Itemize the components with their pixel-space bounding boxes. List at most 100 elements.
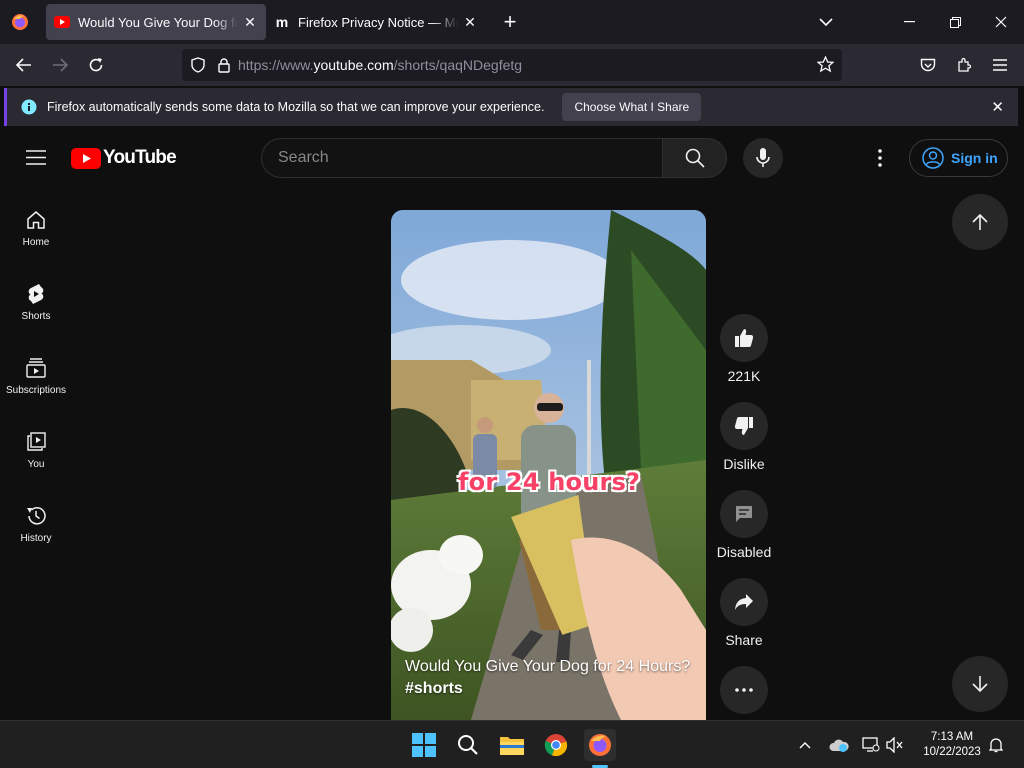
choose-what-i-share-button[interactable]: Choose What I Share [562, 93, 702, 121]
pocket-icon[interactable] [910, 49, 946, 81]
taskbar-search-button[interactable] [452, 729, 484, 761]
sidebar-item-label: Shorts [21, 311, 51, 322]
shorts-icon [0, 282, 72, 306]
windows-logo-icon [412, 733, 436, 757]
extensions-icon[interactable] [946, 49, 982, 81]
chevron-up-icon [799, 742, 811, 749]
url-text: https://www.youtube.com/shorts/qaqNDegfe… [238, 57, 523, 73]
sidebar-item-subscriptions[interactable]: Subscriptions [0, 356, 72, 396]
dislike-button[interactable]: Dislike [716, 402, 772, 472]
show-hidden-icons-button[interactable] [790, 729, 820, 761]
comment-icon [720, 490, 768, 538]
list-all-tabs-icon[interactable] [810, 0, 842, 44]
bell-icon [989, 738, 1003, 753]
youtube-logo-icon [71, 147, 101, 169]
firefox-menu-icon[interactable] [0, 0, 40, 44]
sidebar-item-label: Home [22, 237, 50, 248]
browser-tab-strip: Would You Give Your Dog for 24 Hours? #s… [0, 0, 1024, 44]
comments-button[interactable]: Disabled [716, 490, 772, 560]
video-frame-image [391, 210, 706, 720]
arrow-down-icon [972, 676, 988, 693]
back-button[interactable] [6, 49, 42, 81]
info-icon [21, 99, 37, 115]
mozilla-favicon-icon: m [275, 14, 289, 30]
sidebar-item-history[interactable]: History [0, 504, 72, 544]
sidebar-item-label: You [27, 459, 45, 470]
url-bar[interactable]: https://www.youtube.com/shorts/qaqNDegfe… [182, 49, 842, 81]
sign-in-label: Sign in [951, 150, 998, 166]
guide-menu-icon[interactable] [26, 150, 46, 170]
hamburger-menu-icon[interactable] [982, 49, 1018, 81]
video-hashtag[interactable]: #shorts [405, 678, 695, 700]
file-explorer-button[interactable] [496, 729, 528, 761]
like-count: 221K [727, 368, 761, 384]
firefox-icon [589, 734, 611, 756]
search-input[interactable]: Search [261, 138, 663, 178]
bookmark-star-icon[interactable] [817, 56, 834, 73]
close-notification-icon[interactable]: ✕ [991, 98, 1004, 116]
data-collection-notification: Firefox automatically sends some data to… [4, 88, 1018, 126]
forward-button[interactable] [42, 49, 78, 81]
new-tab-button[interactable]: + [492, 4, 528, 40]
lock-icon[interactable] [218, 57, 230, 73]
youtube-logo[interactable]: YouTube [71, 147, 177, 169]
next-video-button[interactable] [952, 656, 1008, 712]
firefox-taskbar-button[interactable] [584, 729, 616, 761]
sidebar-item-home[interactable]: Home [0, 208, 72, 248]
arrow-up-icon [972, 213, 988, 230]
start-button[interactable] [408, 729, 440, 761]
dislike-label: Dislike [723, 456, 765, 472]
reload-button[interactable] [78, 49, 114, 81]
tab-title: Would You Give Your Dog for 24 Hours? #s… [78, 14, 238, 30]
sign-in-button[interactable]: Sign in [909, 139, 1008, 177]
youtube-page: YouTube Search Sign in Home Shorts Subsc… [0, 128, 1024, 720]
like-button[interactable]: 221K [716, 314, 772, 384]
video-overlay-text: for 24 hours? [458, 468, 641, 496]
logo-text: YouTube [103, 147, 177, 168]
clock-date: 10/22/2023 [923, 746, 981, 758]
minimize-button[interactable] [886, 0, 932, 44]
sidebar-item-shorts[interactable]: Shorts [0, 282, 72, 322]
search-button[interactable] [662, 138, 727, 178]
windows-taskbar: 7:13 AM 10/22/2023 [0, 720, 1024, 768]
tab-youtube[interactable]: Would You Give Your Dog for 24 Hours? #s… [46, 4, 266, 40]
restore-button[interactable] [932, 0, 978, 44]
share-button[interactable]: Share [716, 578, 772, 648]
subscriptions-icon [0, 356, 72, 380]
search-icon [685, 148, 705, 168]
folder-icon [500, 737, 524, 755]
voice-search-button[interactable] [743, 138, 783, 178]
previous-video-button[interactable] [952, 194, 1008, 250]
chrome-icon [544, 734, 568, 757]
close-window-button[interactable] [978, 0, 1024, 44]
sidebar-item-you[interactable]: You [0, 430, 72, 470]
history-icon [0, 504, 72, 528]
comments-label: Disabled [716, 544, 772, 560]
thumbs-up-icon [720, 314, 768, 362]
screen: Would You Give Your Dog for 24 Hours? #s… [0, 0, 1024, 768]
share-label: Share [725, 632, 763, 648]
close-tab-icon[interactable]: ✕ [242, 14, 258, 30]
shield-icon[interactable] [190, 57, 206, 73]
notifications-button[interactable] [984, 729, 1008, 761]
system-clock[interactable]: 7:13 AM 10/22/2023 [912, 730, 992, 760]
search-icon [458, 735, 478, 755]
chrome-button[interactable] [540, 729, 572, 761]
volume-muted-tray-icon[interactable] [880, 729, 910, 761]
microphone-icon [756, 148, 770, 167]
thumbs-down-icon [720, 402, 768, 450]
more-actions-button[interactable] [716, 666, 772, 720]
shorts-video-player[interactable]: for 24 hours? Would You Give Your Dog fo… [391, 210, 706, 720]
onedrive-tray-icon[interactable] [824, 729, 854, 761]
video-caption: Would You Give Your Dog for 24 Hours? #s… [405, 656, 695, 700]
more-options-icon[interactable] [876, 148, 884, 173]
home-icon [0, 208, 72, 232]
tab-firefox-privacy[interactable]: m Firefox Privacy Notice — Mozilla ✕ [266, 4, 486, 40]
video-title[interactable]: Would You Give Your Dog for 24 Hours? [405, 656, 695, 678]
share-icon [720, 578, 768, 626]
tab-title: Firefox Privacy Notice — Mozilla [298, 14, 458, 30]
close-tab-icon[interactable]: ✕ [462, 14, 478, 30]
youtube-favicon-icon [54, 14, 70, 30]
browser-nav-bar: https://www.youtube.com/shorts/qaqNDegfe… [0, 44, 1024, 86]
more-horizontal-icon [720, 666, 768, 714]
